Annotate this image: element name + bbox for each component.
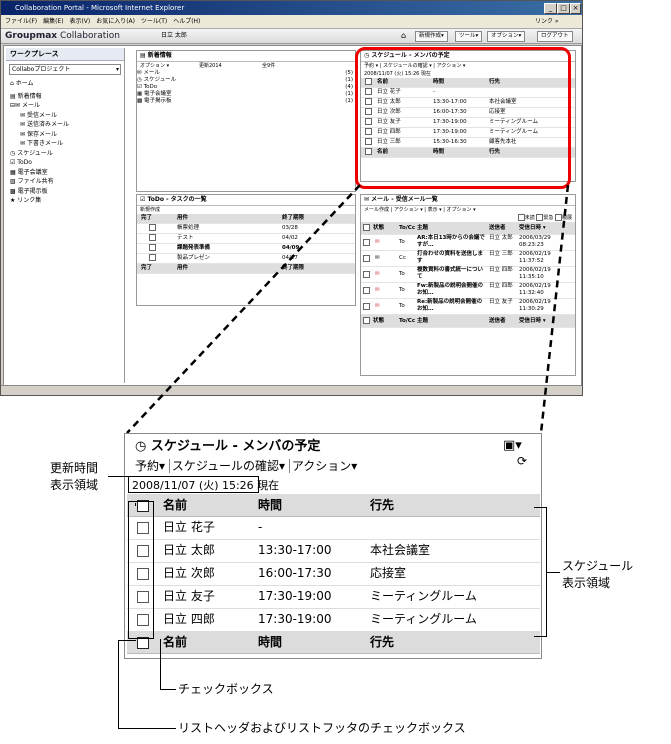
table-row[interactable]: 日立 四郎 17:30-19:00 ミーティングルーム bbox=[127, 608, 540, 632]
list-header: 名前 時間 行先 bbox=[127, 494, 540, 517]
schedule-pane-zoomed: ◷ スケジュール - メンバの予定 ▣▾ ⟳ 予約▾ スケジュールの確認▾ アク… bbox=[124, 433, 542, 659]
table-row[interactable]: 日立 次郎 16:00-17:30 応接室 bbox=[127, 562, 540, 586]
schedule-toolbar: 予約▾ スケジュールの確認▾ アクション▾ bbox=[135, 458, 358, 474]
callout-schedule-area: スケジュール 表示領域 bbox=[562, 559, 634, 590]
table-row[interactable]: 日立 太郎 13:30-17:00 本社会議室 bbox=[127, 539, 540, 563]
callout-line bbox=[135, 503, 136, 506]
clock-icon: ◷ bbox=[135, 439, 147, 454]
reserve-menu[interactable]: 予約▾ bbox=[135, 459, 165, 473]
callout-update-area: 更新時間 表示領域 bbox=[50, 461, 99, 492]
callout-line bbox=[546, 572, 560, 573]
schedule-title: ◷ スケジュール - メンバの予定 bbox=[135, 439, 321, 454]
window-menu-icon[interactable]: ▣▾ bbox=[503, 438, 522, 453]
callout-line bbox=[160, 639, 161, 689]
callout-line bbox=[108, 476, 130, 477]
action-menu[interactable]: アクション▾ bbox=[288, 459, 358, 473]
callout-checkbox: チェックボックス bbox=[178, 682, 274, 696]
callout-header-footer-checkbox: リストヘッダおよびリストフッタのチェックボックス bbox=[178, 721, 466, 735]
list-footer: 名前 時間 行先 bbox=[127, 631, 540, 654]
refresh-icon[interactable]: ⟳ bbox=[517, 454, 527, 468]
checkbox-column-frame bbox=[128, 501, 154, 639]
update-time: 2008/11/07 (火) 15:26 現在 bbox=[128, 476, 279, 493]
callout-line bbox=[118, 640, 136, 641]
callout-line bbox=[160, 689, 176, 690]
table-row[interactable]: 日立 友子 17:30-19:00 ミーティングルーム bbox=[127, 585, 540, 609]
check-schedule-menu[interactable]: スケジュールの確認▾ bbox=[168, 459, 286, 473]
table-row[interactable]: 日立 花子 - bbox=[127, 516, 540, 540]
callout-line bbox=[118, 640, 119, 728]
callout-line bbox=[118, 728, 176, 729]
